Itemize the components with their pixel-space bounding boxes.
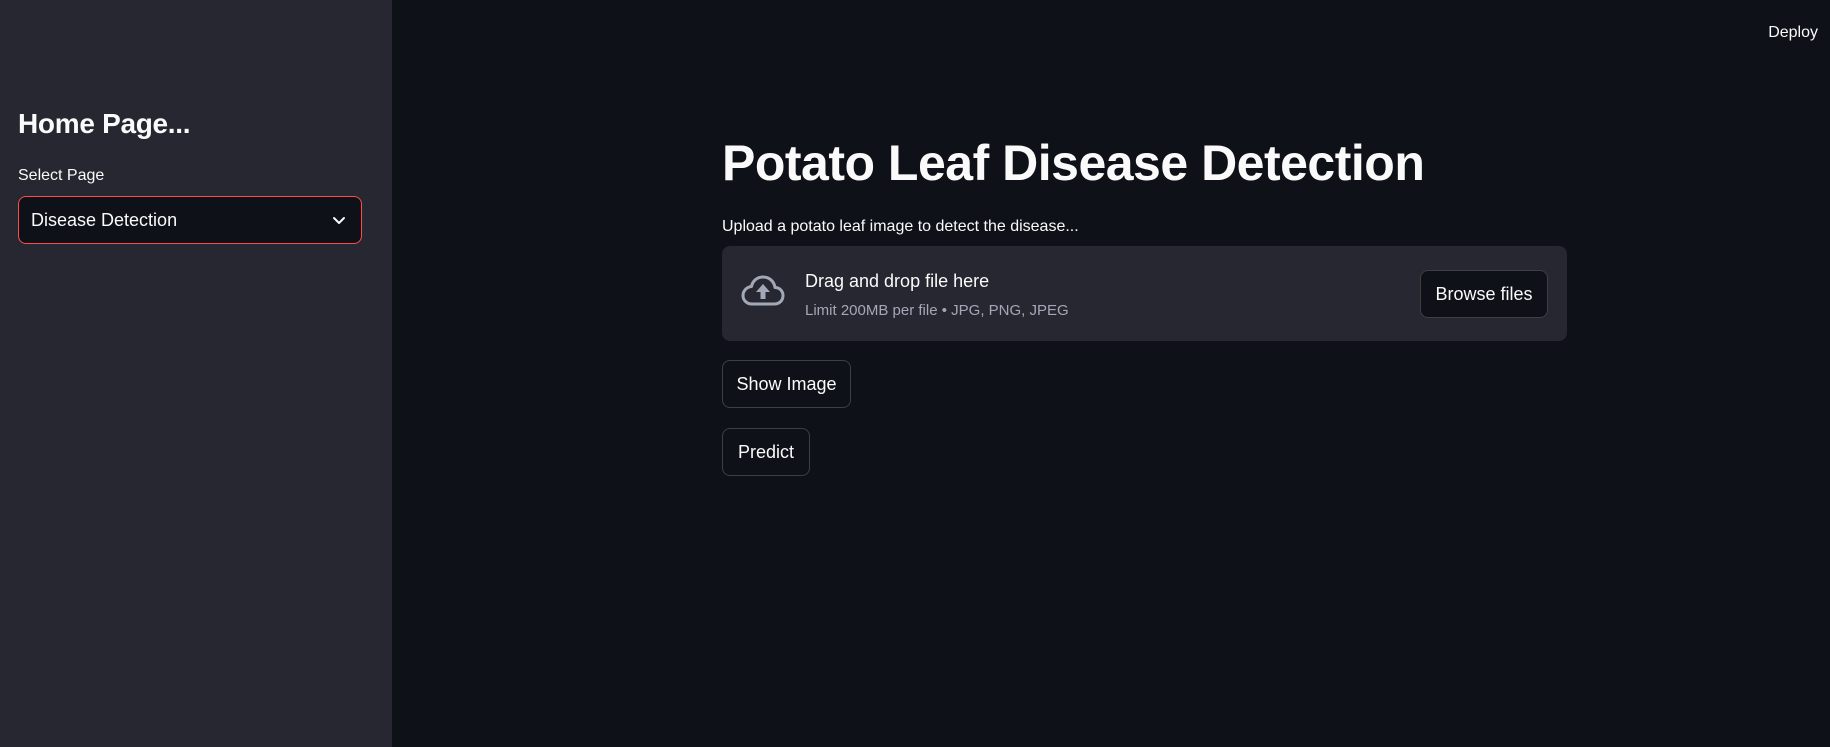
file-dropzone[interactable]: Drag and drop file here Limit 200MB per … xyxy=(722,246,1567,341)
sidebar: Home Page... Select Page Disease Detecti… xyxy=(0,0,392,747)
select-page-dropdown[interactable]: Disease Detection xyxy=(18,196,362,244)
page-title: Potato Leaf Disease Detection xyxy=(722,135,1425,191)
browse-files-button[interactable]: Browse files xyxy=(1420,270,1548,318)
deploy-button[interactable]: Deploy xyxy=(1768,24,1818,42)
select-page-label: Select Page xyxy=(18,167,105,184)
show-image-button[interactable]: Show Image xyxy=(722,360,851,408)
predict-button[interactable]: Predict xyxy=(722,428,810,476)
dropzone-limit-text: Limit 200MB per file • JPG, PNG, JPEG xyxy=(805,302,1069,319)
dropzone-title: Drag and drop file here xyxy=(805,271,990,291)
chevron-down-icon[interactable] xyxy=(329,210,349,230)
app: Home Page... Select Page Disease Detecti… xyxy=(0,0,1830,747)
file-uploader-label: Upload a potato leaf image to detect the… xyxy=(722,218,1079,235)
select-page-value: Disease Detection xyxy=(31,209,178,230)
sidebar-title: Home Page... xyxy=(18,108,191,139)
cloud-upload-icon xyxy=(740,272,786,312)
